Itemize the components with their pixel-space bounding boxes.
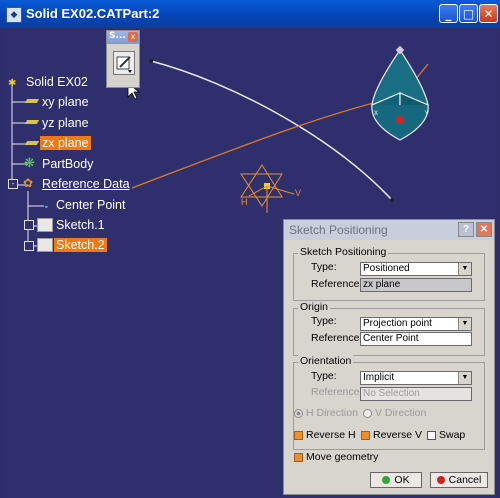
tree-item-xy-plane[interactable]: xy plane	[42, 95, 89, 109]
tree-item-reference-data[interactable]: Reference Data	[42, 177, 130, 191]
v-direction-radio[interactable]	[363, 409, 372, 418]
reference-label: Reference:	[311, 278, 363, 290]
orientation-type-select[interactable]: Implicit ▼	[360, 371, 472, 385]
reverse-h-label: Reverse H	[306, 429, 356, 441]
sketch-icon	[37, 218, 53, 232]
axis-system-icon	[240, 164, 295, 213]
v-direction-label: V Direction	[375, 407, 427, 419]
chevron-down-icon: ▼	[458, 263, 471, 275]
plane-icon	[24, 99, 40, 103]
positioning-reference-field[interactable]: zx plane	[360, 278, 472, 292]
sketch-positioning-group-label: Sketch Positioning	[298, 246, 389, 258]
part-icon: ✱	[8, 78, 17, 89]
move-geometry-checkbox[interactable]	[294, 453, 303, 462]
partbody-icon: ❋	[24, 156, 35, 171]
reverse-v-label: Reverse V	[373, 429, 423, 441]
origin-type-label: Type:	[311, 315, 337, 327]
origin-group-label: Origin	[298, 301, 331, 313]
collapse-toggle[interactable]: -	[8, 179, 18, 189]
cancel-button[interactable]: Cancel	[430, 472, 488, 488]
ok-icon	[382, 476, 391, 484]
sketch-pencil-icon	[116, 56, 132, 73]
axis-h-label: H	[241, 197, 248, 207]
tree-item-partbody[interactable]: PartBody	[42, 157, 93, 171]
dialog-titlebar[interactable]: Sketch Positioning ? ✕	[284, 220, 494, 240]
white-curve	[150, 60, 393, 201]
axis-y-label: y	[425, 108, 429, 117]
curve-endpoint	[390, 198, 394, 202]
close-button[interactable]: ✕	[479, 4, 498, 23]
tree-item-center-point[interactable]: Center Point	[56, 198, 125, 212]
dialog-title: Sketch Positioning	[289, 223, 388, 237]
axis-x-label: x	[374, 108, 378, 117]
expand-toggle[interactable]	[24, 241, 34, 251]
curve-endpoint	[149, 59, 153, 63]
h-direction-label: H Direction	[306, 407, 358, 419]
orientation-group-label: Orientation	[298, 355, 354, 367]
orientation-reference-label: Reference:	[311, 386, 363, 398]
point-icon: •	[44, 203, 49, 212]
dialog-close-button[interactable]: ✕	[476, 222, 492, 237]
reference-data-icon: ✿	[23, 176, 34, 190]
origin-type-value: Projection point	[363, 318, 432, 329]
positioning-type-value: Positioned	[363, 263, 410, 274]
origin-reference-field[interactable]: Center Point	[360, 332, 472, 346]
maximize-button[interactable]: □	[459, 4, 478, 23]
ok-label: OK	[394, 474, 410, 486]
sketch-button[interactable]	[113, 51, 135, 75]
tree-item-zx-plane[interactable]: zx plane	[40, 136, 91, 150]
ok-button[interactable]: OK	[370, 472, 422, 488]
catia-window: ◆ Solid EX02.CATPart:2 _ □ ✕ H V x y ✱ S…	[0, 0, 500, 498]
sketch-positioning-dialog: Sketch Positioning ? ✕ Sketch Positionin…	[283, 219, 495, 495]
swap-checkbox[interactable]	[427, 431, 436, 440]
plane-icon	[24, 141, 40, 145]
chevron-down-icon: ▼	[458, 318, 471, 330]
sketch-toolbar[interactable]: S... x	[106, 30, 140, 88]
tree-item-yz-plane[interactable]: yz plane	[42, 116, 89, 130]
toolbar-title: S...	[109, 31, 126, 41]
swap-label: Swap	[439, 429, 466, 441]
catpart-icon: ◆	[6, 7, 22, 23]
orientation-type-value: Implicit	[363, 372, 395, 383]
tree-item-solid-ex02[interactable]: Solid EX02	[26, 75, 88, 89]
orientation-reference-field[interactable]: No Selection	[360, 387, 472, 401]
chevron-down-icon: ▼	[458, 372, 471, 384]
expand-toggle[interactable]	[24, 220, 34, 230]
origin-reference-label: Reference:	[311, 332, 363, 344]
tree-item-sketch-1[interactable]: Sketch.1	[56, 218, 105, 232]
cancel-icon	[436, 476, 445, 484]
h-direction-radio[interactable]	[294, 409, 303, 418]
orientation-type-label: Type:	[311, 370, 337, 382]
toolbar-close-button[interactable]: x	[128, 32, 138, 42]
cancel-label: Cancel	[448, 474, 482, 486]
window-title: Solid EX02.CATPart:2	[26, 6, 160, 21]
tree-item-sketch-2[interactable]: Sketch.2	[54, 238, 107, 252]
origin-type-select[interactable]: Projection point ▼	[360, 317, 472, 331]
minimize-button[interactable]: _	[439, 4, 458, 23]
compass-axis-icon	[370, 45, 430, 141]
sketch-icon	[37, 238, 53, 252]
plane-icon	[24, 120, 40, 124]
move-geometry-label: Move geometry	[306, 451, 379, 463]
reverse-h-checkbox[interactable]	[294, 431, 303, 440]
reverse-v-checkbox[interactable]	[361, 431, 370, 440]
help-button[interactable]: ?	[458, 222, 474, 237]
window-titlebar[interactable]: ◆ Solid EX02.CATPart:2 _ □ ✕	[0, 0, 500, 28]
axis-v-label: V	[295, 188, 302, 198]
positioning-type-select[interactable]: Positioned ▼	[360, 262, 472, 276]
type-label: Type:	[311, 261, 337, 273]
